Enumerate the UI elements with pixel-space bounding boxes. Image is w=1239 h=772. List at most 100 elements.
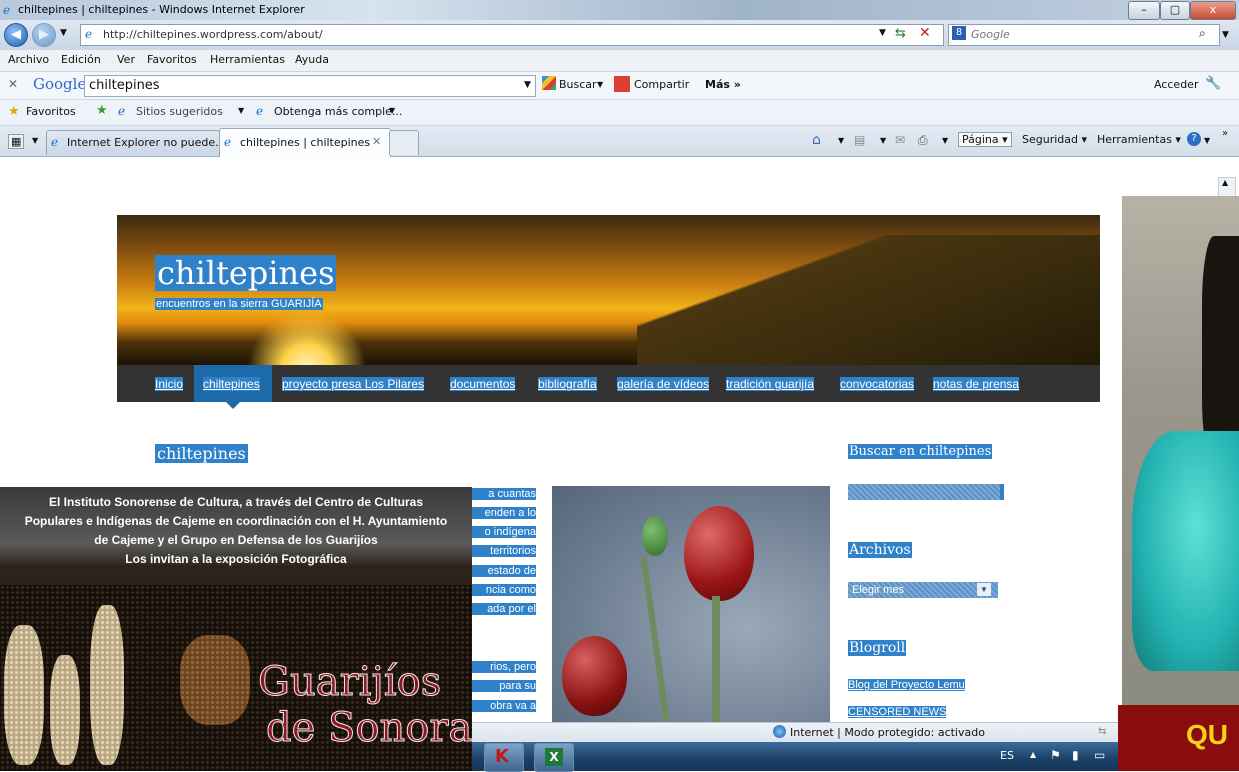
nav-bibliografia[interactable]: bibliografía [538,377,597,391]
menu-favoritos[interactable]: Favoritos [147,53,197,66]
chevron-down-icon[interactable]: ▼ [977,583,991,596]
body-text-fragment: a cuantas [472,488,536,500]
buscar-dropdown-icon[interactable]: ▼ [597,80,603,89]
pagina-menu[interactable]: Página ▾ [958,132,1012,147]
home-dropdown-icon[interactable]: ▼ [838,136,844,145]
home-icon[interactable]: ⌂ [812,132,821,148]
chiltepin-photo [552,486,830,722]
blog-title[interactable]: chiltepines [155,255,337,291]
language-indicator[interactable]: ES [1000,749,1014,762]
battery-icon[interactable]: ▮ [1072,748,1079,762]
new-tab-button[interactable] [389,130,419,155]
taskbar-kaspersky[interactable]: K [484,743,524,772]
search-icon[interactable]: ⌕ [1199,26,1206,41]
archives-heading: Archivos [848,542,912,558]
help-icon[interactable]: ? [1187,132,1201,146]
search-box[interactable]: 8 Google ⌕ [948,24,1220,46]
taskbar-excel[interactable]: X [534,743,574,772]
menu-ayuda[interactable]: Ayuda [295,53,329,66]
wrench-icon[interactable]: 🔧 [1205,76,1221,91]
menu-ver[interactable]: Ver [117,53,135,66]
nav-chiltepines[interactable]: chiltepines [203,377,260,391]
blog-search-input[interactable] [848,484,1004,500]
minimize-button[interactable]: – [1128,1,1160,20]
menu-herramientas[interactable]: Herramientas [210,53,285,66]
kaspersky-icon: K [495,746,509,767]
mas-button[interactable]: Más » [705,78,741,91]
feeds-dropdown-icon[interactable]: ▼ [880,136,886,145]
exhibition-poster: El Instituto Sonorense de Cultura, a tra… [0,487,472,771]
tab-list-dropdown-icon[interactable]: ▼ [32,136,38,145]
maximize-button[interactable]: ▢ [1160,1,1190,20]
network-icon[interactable]: ▭ [1094,748,1105,762]
nav-tradicion-guarijia[interactable]: tradición guarijía [726,377,815,391]
buscar-icon [542,76,556,90]
quick-tabs-icon[interactable]: ▦ [8,134,25,149]
google-search-input[interactable]: chiltepines [84,75,536,97]
close-tab-icon[interactable]: ✕ [372,135,381,148]
print-dropdown-icon[interactable]: ▼ [942,136,948,145]
obtenga-dropdown-icon[interactable]: ▼ [389,106,395,115]
zoom-icon[interactable]: ⇆ [1098,726,1106,737]
chevron-right-icon[interactable]: » [1222,128,1228,139]
month-select-value: Elegir mes [852,584,904,596]
acceder-button[interactable]: Acceder [1154,78,1198,91]
security-zone-text[interactable]: Internet | Modo protegido: activado [790,726,985,739]
body-text-fragment: estado de [472,565,536,577]
feeds-icon[interactable]: ▤ [854,133,865,147]
sitios-dropdown-icon[interactable]: ▼ [238,106,244,115]
body-text-fragment: para su [472,680,536,692]
menu-archivo[interactable]: Archivo [8,53,49,66]
page-heading: chiltepines [155,444,248,463]
favoritos-button[interactable]: Favoritos [26,105,76,118]
back-icon[interactable]: ◀ [4,23,28,47]
blogroll-link[interactable]: CENSORED NEWS [848,706,947,718]
nav-pointer [226,402,240,409]
star-icon: ★ [8,104,20,119]
buscar-button[interactable]: Buscar [559,78,597,91]
obtenga-link[interactable]: Obtenga más comple... [274,105,402,118]
compartir-button[interactable]: Compartir [634,78,689,91]
bead-figure-graphic [90,605,124,765]
add-favorite-icon[interactable]: ★ [96,103,108,118]
close-toolbar-icon[interactable]: ✕ [8,77,18,91]
page-icon: ℯ [224,135,232,149]
sitios-sugeridos-link[interactable]: Sitios sugeridos [136,105,223,118]
scroll-up-icon[interactable]: ▲ [1222,178,1228,187]
nav-inicio[interactable]: Inicio [155,377,184,391]
window-title: chiltepines | chiltepines - Windows Inte… [18,3,305,16]
nav-documentos[interactable]: documentos [450,377,516,391]
forward-icon[interactable]: ▶ [32,23,56,47]
excel-icon: X [545,748,563,766]
menu-bar: Archivo Edición Ver Favoritos Herramient… [0,50,1239,72]
query-dropdown-icon[interactable]: ▼ [524,80,531,90]
close-button[interactable]: x [1190,1,1236,20]
nav-notas-prensa[interactable]: notas de prensa [933,377,1020,391]
flag-icon[interactable]: ⚑ [1050,748,1061,762]
nav-proyecto-presa[interactable]: proyecto presa Los Pilares [282,377,425,391]
address-dropdown-icon[interactable]: ▼ [879,28,886,38]
red-pepper-graphic [562,636,627,716]
show-hidden-icons-icon[interactable]: ▲ [1030,750,1036,759]
menu-edicion[interactable]: Edición [61,53,101,66]
nav-convocatorias[interactable]: convocatorias [840,377,915,391]
refresh-icon[interactable]: ⇆ [895,26,906,41]
history-dropdown-icon[interactable]: ▼ [60,28,67,38]
month-select[interactable]: Elegir mes ▼ [848,582,998,598]
bead-figure-graphic [50,655,80,765]
mail-icon[interactable]: ✉ [895,133,905,147]
print-icon[interactable]: ⎙ [918,133,928,148]
blogroll-link[interactable]: Blog del Proyecto Lemu [848,679,965,691]
page-icon: ℯ [85,27,93,41]
search-options-icon[interactable]: ▼ [1222,30,1229,40]
google-provider-icon: 8 [952,26,966,40]
address-bar[interactable]: ℯ http://chiltepines.wordpress.com/about… [80,24,944,46]
seguridad-menu[interactable]: Seguridad ▾ [1022,133,1087,146]
favorites-bar: ★ Favoritos ★ ℯ Sitios sugeridos ▼ ℯ Obt… [0,100,1239,126]
stop-icon[interactable]: ✕ [919,25,931,41]
tab-ie-error[interactable]: ℯ Internet Explorer no puede... [46,130,226,155]
herramientas-menu[interactable]: Herramientas ▾ [1097,133,1181,146]
nav-galeria-videos[interactable]: galería de vídeos [617,377,710,391]
help-dropdown-icon[interactable]: ▼ [1204,136,1210,145]
tab-chiltepines[interactable]: ℯ chiltepines | chiltepines ✕ [219,128,391,157]
